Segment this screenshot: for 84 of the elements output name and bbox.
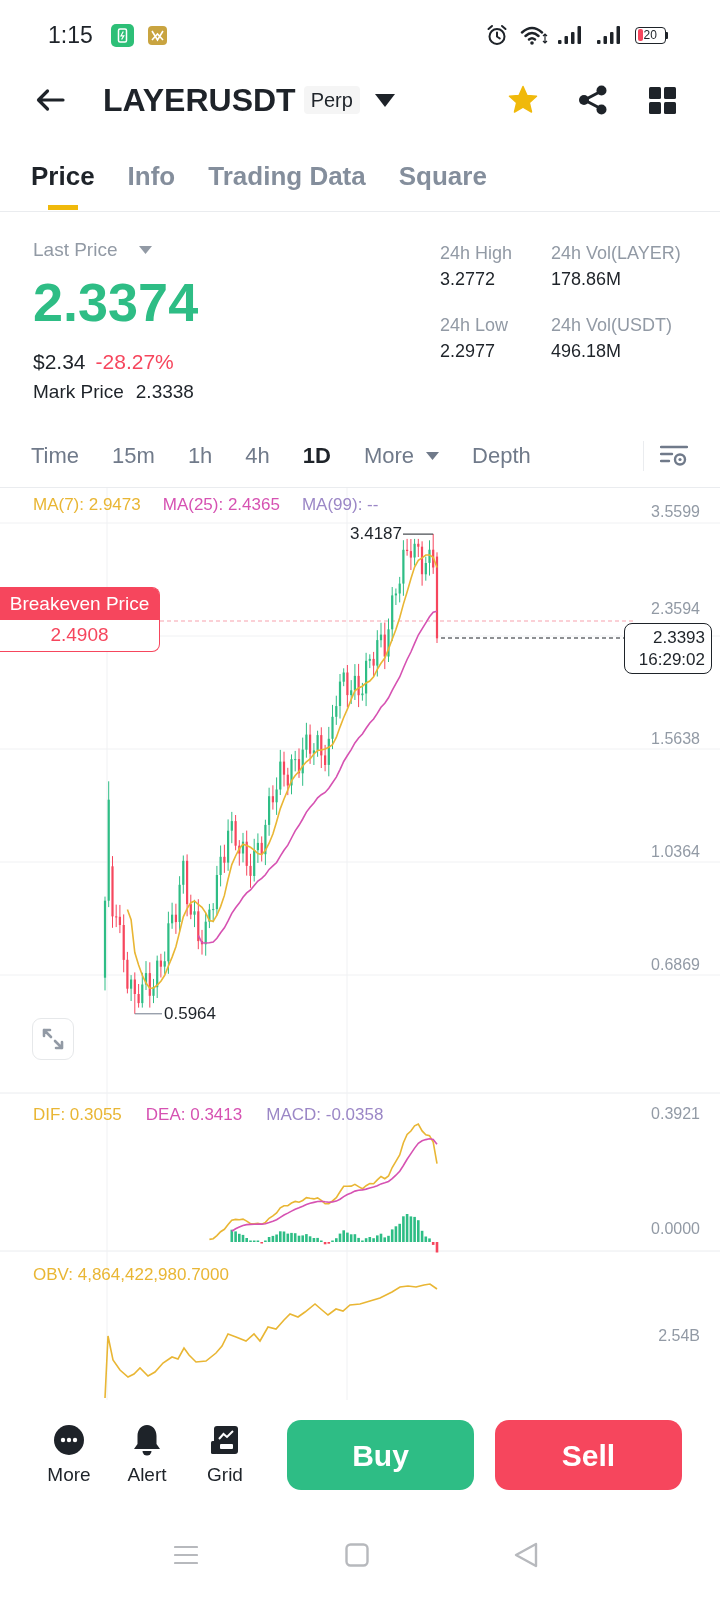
low-price-leader — [134, 1013, 163, 1015]
signal-icon — [597, 26, 621, 44]
layout-menu-button[interactable] — [649, 86, 676, 114]
triangle-back-icon — [514, 1542, 538, 1568]
tab[interactable]: Trading Data — [208, 130, 366, 211]
expand-icon — [42, 1028, 64, 1050]
ma-legend-label: MA(25): 2.4365 — [162, 494, 280, 516]
price-axis-label: 3.5599 — [651, 502, 700, 522]
price-axis-label: 2.3594 — [651, 599, 700, 619]
usd-price: $2.34 — [33, 350, 86, 374]
last-price: 2.3374 — [33, 272, 199, 332]
price-axis-label: 1.0364 — [651, 842, 700, 862]
breakeven-label: Breakeven Price — [0, 588, 159, 620]
current-price: 2.3393 — [653, 626, 705, 649]
stat-value: 178.86M — [551, 268, 623, 291]
settings-icon — [660, 445, 688, 467]
macd-legend-label: DIF: 0.3055 — [33, 1104, 122, 1126]
obv-axis-label: 2.54B — [658, 1326, 700, 1346]
mark-price: 2.3338 — [135, 381, 194, 403]
tab[interactable]: Price — [31, 130, 95, 211]
macd-axis-label: 0.3921 — [651, 1104, 700, 1124]
back-arrow-icon — [35, 88, 65, 112]
interval-tab[interactable]: 4h — [245, 442, 270, 470]
interval-tab[interactable]: 15m — [112, 442, 155, 470]
more-button[interactable]: More — [34, 1424, 104, 1486]
caret-down-icon — [426, 452, 440, 460]
low-price-label: 0.5964 — [164, 1004, 216, 1024]
buy-button[interactable]: Buy — [287, 1420, 474, 1490]
share-button[interactable] — [578, 85, 608, 115]
sell-button[interactable]: Sell — [495, 1420, 682, 1490]
high-price-leader — [402, 533, 434, 535]
battery-indicator: 20 — [635, 26, 668, 44]
wifi-icon — [520, 25, 548, 45]
alarm-icon — [486, 24, 508, 46]
symbol-dropdown-button[interactable] — [374, 93, 395, 107]
breakeven-value: 2.4908 — [49, 623, 110, 648]
signal-icon — [558, 26, 582, 44]
chart-card-icon — [211, 1424, 239, 1456]
ma-legend-label: MA(7): 2.9473 — [33, 494, 141, 516]
stat-value: 3.2772 — [440, 268, 497, 291]
stat-value: 496.18M — [551, 340, 623, 363]
grid-icon — [649, 86, 676, 114]
macd-axis-label: 0.0000 — [651, 1219, 700, 1239]
chart-settings-button[interactable] — [660, 445, 688, 467]
interval-tab[interactable]: Time — [31, 442, 80, 470]
caret-down-icon — [374, 93, 395, 107]
status-time: 1:15 — [48, 23, 93, 47]
square-icon — [345, 1543, 369, 1567]
high-price-label: 3.4187 — [350, 524, 402, 544]
star-icon — [508, 85, 538, 115]
mark-price-label: Mark Price — [33, 381, 124, 403]
macd-legend-label: MACD: -0.0358 — [266, 1104, 384, 1126]
alert-button[interactable]: Alert — [112, 1424, 182, 1486]
tab[interactable]: Square — [398, 130, 487, 211]
price-change: -28.27% — [95, 350, 174, 374]
more-intervals-dropdown[interactable]: More — [363, 442, 440, 470]
app-icon — [147, 25, 167, 45]
grid-trading-button[interactable]: Grid — [190, 1424, 260, 1486]
stat-value: 2.2977 — [440, 340, 497, 363]
stat-label: 24h Vol(LAYER) — [551, 242, 682, 265]
battery-saver-icon — [110, 23, 134, 47]
contract-type-badge: Perp — [303, 86, 360, 114]
interval-tab[interactable]: 1D — [302, 442, 331, 470]
stat-label: 24h High — [440, 242, 514, 265]
back-button[interactable] — [35, 88, 65, 112]
stat-label: 24h Vol(USDT) — [551, 314, 674, 337]
obv-legend-label: OBV: 4,864,422,980.7000 — [33, 1264, 229, 1286]
share-icon — [578, 85, 608, 115]
macd-legend-label: DEA: 0.3413 — [145, 1104, 243, 1126]
last-price-dropdown[interactable]: Last Price — [33, 236, 199, 264]
tab[interactable]: Info — [127, 130, 176, 211]
expand-button[interactable] — [32, 1018, 74, 1060]
caret-down-icon — [139, 246, 153, 254]
interval-tab[interactable]: Depth — [472, 442, 531, 470]
ma-legend-label: MA(99): -- — [301, 494, 379, 516]
price-axis-label: 0.6869 — [651, 955, 700, 975]
bell-icon — [133, 1424, 161, 1456]
stat-label: 24h Low — [440, 314, 510, 337]
menu-icon — [174, 1545, 198, 1565]
price-axis-label: 1.5638 — [651, 729, 700, 749]
interval-tab[interactable]: 1h — [187, 442, 213, 470]
more-icon — [53, 1424, 85, 1456]
symbol-title: LAYERUSDT — [103, 84, 296, 116]
price-countdown: 16:29:02 — [638, 648, 705, 671]
